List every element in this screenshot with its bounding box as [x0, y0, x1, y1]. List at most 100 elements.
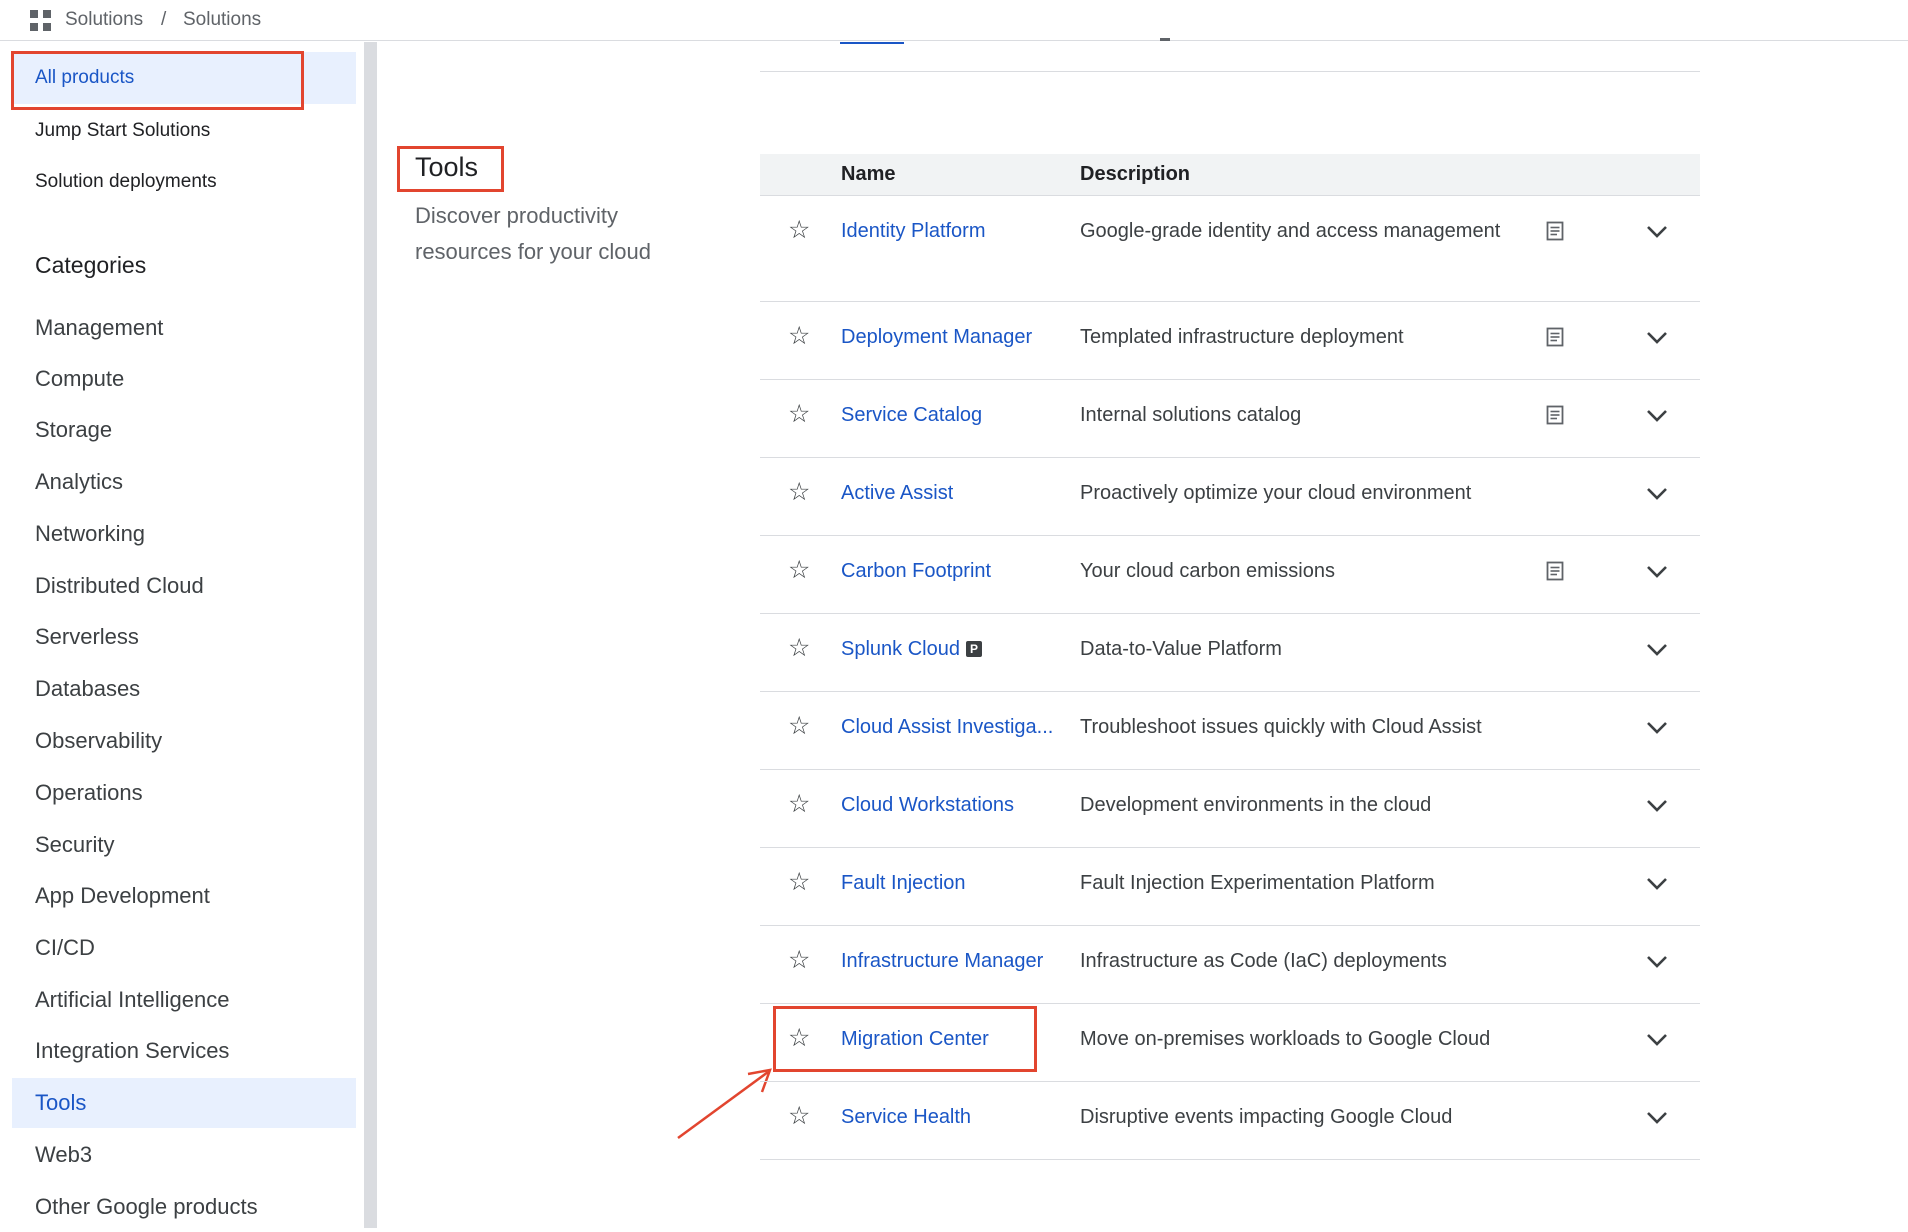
- previous-row-link-fragment[interactable]: [840, 42, 904, 44]
- product-name-text: Deployment Manager: [841, 326, 1033, 348]
- product-name-text: Active Assist: [841, 482, 954, 504]
- chevron-down-icon[interactable]: [1646, 331, 1668, 345]
- star-outline-icon[interactable]: ☆: [788, 555, 810, 585]
- table-row: ☆ Fault Injection Fault Injection Experime…: [760, 848, 1700, 926]
- star-outline-icon[interactable]: ☆: [788, 1101, 810, 1131]
- chevron-down-icon[interactable]: [1646, 799, 1668, 813]
- product-name-text: Cloud Workstations: [841, 794, 1015, 816]
- table-row: ☆ Cloud Workstations Development environme…: [760, 770, 1700, 848]
- sidebar-item-solution-deployments[interactable]: Solution deployments: [12, 156, 356, 208]
- apps-grid-icon[interactable]: [30, 10, 54, 32]
- star-outline-icon[interactable]: ☆: [788, 477, 810, 507]
- sidebar-category-artificial-intelligence[interactable]: Artificial Intelligence: [12, 975, 356, 1025]
- sidebar-category-ci-cd[interactable]: CI/CD: [12, 923, 356, 973]
- sidebar-item-all-products[interactable]: All products: [12, 52, 356, 104]
- product-name-link[interactable]: Fault Injection: [841, 872, 966, 895]
- chevron-down-icon[interactable]: [1646, 1033, 1668, 1047]
- sidebar-category-tools[interactable]: Tools: [12, 1078, 356, 1128]
- table-row: ☆ Infrastructure Manager Infrastructure as…: [760, 926, 1700, 1004]
- section-description: Discover productivity resources for your…: [415, 203, 651, 264]
- chevron-down-icon[interactable]: [1646, 487, 1668, 501]
- product-name-link[interactable]: Cloud Assist Investiga...: [841, 716, 1053, 739]
- chevron-down-icon[interactable]: [1646, 721, 1668, 735]
- column-header-description: Description: [1080, 163, 1191, 185]
- product-description: Troubleshoot issues quickly with Cloud A…: [1080, 716, 1482, 738]
- sidebar-category-serverless[interactable]: Serverless: [12, 612, 356, 662]
- sidebar-category-integration-services[interactable]: Integration Services: [12, 1026, 356, 1076]
- star-outline-icon[interactable]: ☆: [788, 633, 810, 663]
- chevron-down-icon[interactable]: [1646, 565, 1668, 579]
- sidebar-category-app-development[interactable]: App Development: [12, 871, 356, 921]
- product-name-text: Splunk Cloud: [841, 638, 960, 660]
- product-name-link[interactable]: Service Health: [841, 1106, 971, 1129]
- section-title: Tools: [415, 152, 479, 182]
- previous-row-text-fragment: [1160, 38, 1170, 41]
- product-name-link[interactable]: Service Catalog: [841, 404, 982, 427]
- star-outline-icon[interactable]: ☆: [788, 711, 810, 741]
- product-name-link[interactable]: Migration Center: [841, 1028, 989, 1051]
- sidebar: All products Jump Start Solutions Soluti…: [0, 42, 360, 1228]
- product-name-text: Cloud Assist Investiga...: [841, 716, 1054, 738]
- sidebar-category-security[interactable]: Security: [12, 820, 356, 870]
- document-icon[interactable]: [1546, 561, 1564, 581]
- product-description: Infrastructure as Code (IaC) deployments: [1080, 950, 1447, 972]
- chevron-down-icon[interactable]: [1646, 643, 1668, 657]
- breadcrumb-solutions-link[interactable]: Solutions: [65, 9, 143, 31]
- chevron-down-icon[interactable]: [1646, 1111, 1668, 1125]
- partner-badge-icon: P: [965, 641, 982, 657]
- star-outline-icon[interactable]: ☆: [788, 399, 810, 429]
- product-name-text: Service Catalog: [841, 404, 983, 426]
- product-description: Google-grade identity and access managem…: [1080, 220, 1501, 242]
- column-header-name: Name: [841, 163, 896, 185]
- star-outline-icon[interactable]: ☆: [788, 321, 810, 351]
- star-outline-icon[interactable]: ☆: [788, 789, 810, 819]
- star-outline-icon[interactable]: ☆: [788, 1023, 810, 1053]
- product-description: Data-to-Value Platform: [1080, 638, 1282, 660]
- sidebar-category-operations[interactable]: Operations: [12, 768, 356, 818]
- sidebar-category-compute[interactable]: Compute: [12, 354, 356, 404]
- product-name-text: Service Health: [841, 1106, 972, 1128]
- chevron-down-icon[interactable]: [1646, 955, 1668, 969]
- sidebar-category-storage[interactable]: Storage: [12, 405, 356, 455]
- sidebar-category-other-google-products[interactable]: Other Google products: [12, 1182, 356, 1232]
- product-description: Internal solutions catalog: [1080, 404, 1302, 426]
- product-name-link[interactable]: Deployment Manager: [841, 326, 1032, 349]
- sidebar-category-networking[interactable]: Networking: [12, 509, 356, 559]
- product-name-link[interactable]: Cloud Workstations: [841, 794, 1014, 817]
- product-name-link[interactable]: Identity Platform: [841, 220, 986, 243]
- product-description: Development environments in the cloud: [1080, 794, 1432, 816]
- table-header: Name Description: [760, 154, 1700, 196]
- star-outline-icon[interactable]: ☆: [788, 945, 810, 975]
- breadcrumb-separator: /: [161, 9, 167, 30]
- table-row: ☆ Service Health Disruptive events impacti…: [760, 1082, 1700, 1160]
- sidebar-category-databases[interactable]: Databases: [12, 664, 356, 714]
- sidebar-item-jump-start-solutions[interactable]: Jump Start Solutions: [12, 105, 356, 157]
- document-icon[interactable]: [1546, 327, 1564, 347]
- product-name-link[interactable]: Infrastructure Manager: [841, 950, 1043, 973]
- sidebar-scrollbar[interactable]: [364, 42, 377, 1228]
- star-outline-icon[interactable]: ☆: [788, 867, 810, 897]
- top-bar: Solutions / Solutions: [0, 0, 1908, 41]
- categories-heading: Categories: [35, 252, 147, 278]
- product-name-link[interactable]: Splunk Cloud P: [841, 638, 982, 661]
- chevron-down-icon[interactable]: [1646, 877, 1668, 891]
- chevron-down-icon[interactable]: [1646, 225, 1668, 239]
- document-icon[interactable]: [1546, 405, 1564, 425]
- product-name-link[interactable]: Carbon Footprint: [841, 560, 991, 583]
- table-row: ☆ Migration Center Move on-premises worklo…: [760, 1004, 1700, 1082]
- document-icon[interactable]: [1546, 221, 1564, 241]
- product-name-text: Carbon Footprint: [841, 560, 992, 582]
- star-outline-icon[interactable]: ☆: [788, 215, 810, 245]
- sidebar-category-web3[interactable]: Web3: [12, 1130, 356, 1180]
- breadcrumb-current: Solutions: [183, 9, 262, 30]
- product-name-text: Fault Injection: [841, 872, 966, 894]
- product-description: Move on-premises workloads to Google Clo…: [1080, 1028, 1491, 1050]
- sidebar-category-observability[interactable]: Observability: [12, 716, 356, 766]
- sidebar-category-analytics[interactable]: Analytics: [12, 457, 356, 507]
- chevron-down-icon[interactable]: [1646, 409, 1668, 423]
- product-name-link[interactable]: Active Assist: [841, 482, 953, 505]
- sidebar-category-distributed-cloud[interactable]: Distributed Cloud: [12, 561, 356, 611]
- product-description: Templated infrastructure deployment: [1080, 326, 1404, 348]
- product-description: Your cloud carbon emissions: [1080, 560, 1335, 582]
- sidebar-category-management[interactable]: Management: [12, 303, 356, 353]
